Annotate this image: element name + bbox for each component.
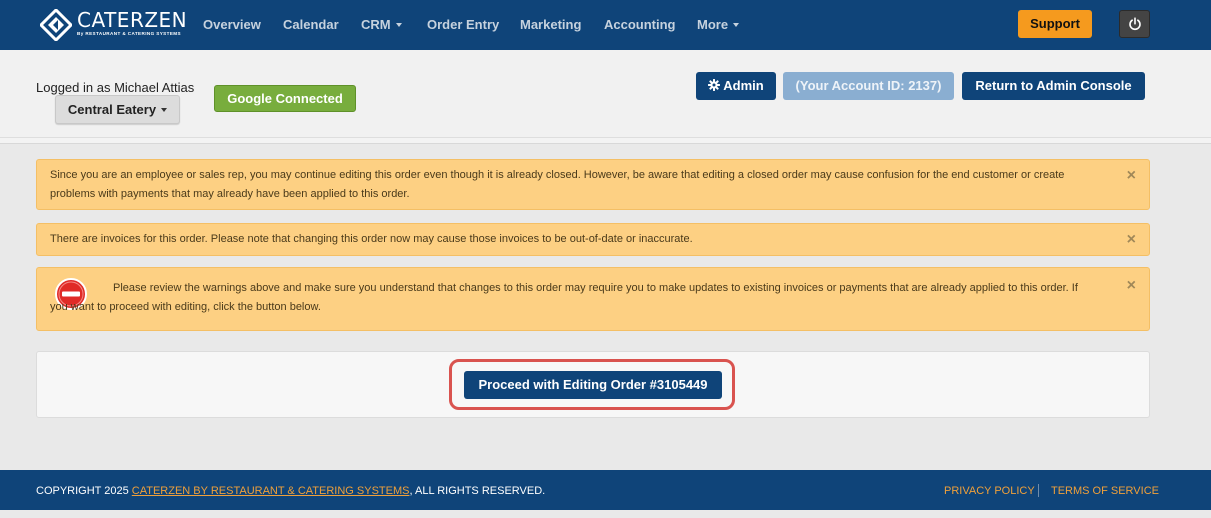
logout-button[interactable] bbox=[1119, 10, 1150, 38]
power-icon bbox=[1128, 17, 1141, 31]
alert-text: Since you are an employee or sales rep, … bbox=[50, 169, 1065, 200]
gear-icon bbox=[708, 79, 721, 91]
nav-accounting[interactable]: Accounting bbox=[604, 17, 676, 32]
nav-calendar[interactable]: Calendar bbox=[283, 17, 339, 32]
close-icon[interactable]: × bbox=[1127, 230, 1136, 249]
return-to-admin-console-button[interactable]: Return to Admin Console bbox=[962, 72, 1145, 100]
nav-order-entry-label: Order Entry bbox=[427, 17, 500, 32]
caret-down-icon bbox=[733, 23, 740, 27]
caret-down-icon bbox=[161, 108, 168, 112]
support-button[interactable]: Support bbox=[1018, 10, 1092, 38]
copyright-prefix: COPYRIGHT 2025 bbox=[36, 485, 132, 497]
alert-text: Please review the warnings above and mak… bbox=[50, 282, 1078, 313]
review-warnings-alert: Please review the warnings above and mak… bbox=[36, 267, 1150, 331]
admin-label: Admin bbox=[723, 78, 764, 93]
company-link[interactable]: CATERZEN BY RESTAURANT & CATERING SYSTEM… bbox=[132, 485, 410, 497]
account-id-badge: (Your Account ID: 2137) bbox=[783, 72, 954, 100]
copyright-text: COPYRIGHT 2025 CATERZEN BY RESTAURANT & … bbox=[36, 485, 545, 497]
nav-marketing[interactable]: Marketing bbox=[520, 17, 581, 32]
nav-crm-dropdown[interactable]: CRM bbox=[361, 17, 402, 32]
closed-order-warning-alert: Since you are an employee or sales rep, … bbox=[36, 159, 1150, 210]
admin-button[interactable]: Admin bbox=[696, 72, 776, 100]
alert-text: There are invoices for this order. Pleas… bbox=[50, 233, 693, 245]
nav-accounting-label: Accounting bbox=[604, 17, 676, 32]
brand-tagline: By RESTAURANT & CATERING SYSTEMS bbox=[77, 31, 181, 36]
nav-overview[interactable]: Overview bbox=[203, 17, 261, 32]
copyright-suffix: , ALL RIGHTS RESERVED. bbox=[409, 485, 546, 497]
brand-name: CATERZEN bbox=[77, 8, 188, 32]
nav-more-dropdown[interactable]: More bbox=[697, 17, 740, 32]
footer: COPYRIGHT 2025 CATERZEN BY RESTAURANT & … bbox=[0, 470, 1211, 510]
caret-down-icon bbox=[395, 23, 402, 27]
logged-in-text: Logged in as Michael Attias bbox=[36, 80, 195, 95]
invoice-warning-alert: There are invoices for this order. Pleas… bbox=[36, 223, 1150, 256]
location-label: Central Eatery bbox=[67, 102, 157, 117]
nav-calendar-label: Calendar bbox=[283, 17, 339, 32]
nav-more-label: More bbox=[697, 17, 729, 32]
nav-crm-label: CRM bbox=[361, 17, 391, 32]
google-connected-button[interactable]: Google Connected bbox=[214, 85, 356, 112]
top-navbar: CATERZEN By RESTAURANT & CATERING SYSTEM… bbox=[0, 0, 1211, 50]
footer-divider bbox=[1038, 484, 1039, 497]
close-icon[interactable]: × bbox=[1127, 276, 1136, 295]
privacy-policy-link[interactable]: PRIVACY POLICY bbox=[944, 485, 1035, 497]
diamond-arrow-logo-icon bbox=[40, 9, 72, 41]
nav-marketing-label: Marketing bbox=[520, 17, 582, 32]
location-dropdown[interactable]: Central Eatery bbox=[55, 95, 180, 124]
terms-of-service-link[interactable]: TERMS OF SERVICE bbox=[1051, 485, 1159, 497]
proceed-with-editing-button[interactable]: Proceed with Editing Order #3105449 bbox=[464, 371, 722, 399]
header-divider bbox=[0, 138, 1211, 144]
close-icon[interactable]: × bbox=[1127, 166, 1136, 185]
nav-order-entry[interactable]: Order Entry bbox=[427, 17, 499, 32]
nav-overview-label: Overview bbox=[203, 17, 261, 32]
brand-logo-link[interactable]: CATERZEN By RESTAURANT & CATERING SYSTEM… bbox=[40, 9, 187, 41]
